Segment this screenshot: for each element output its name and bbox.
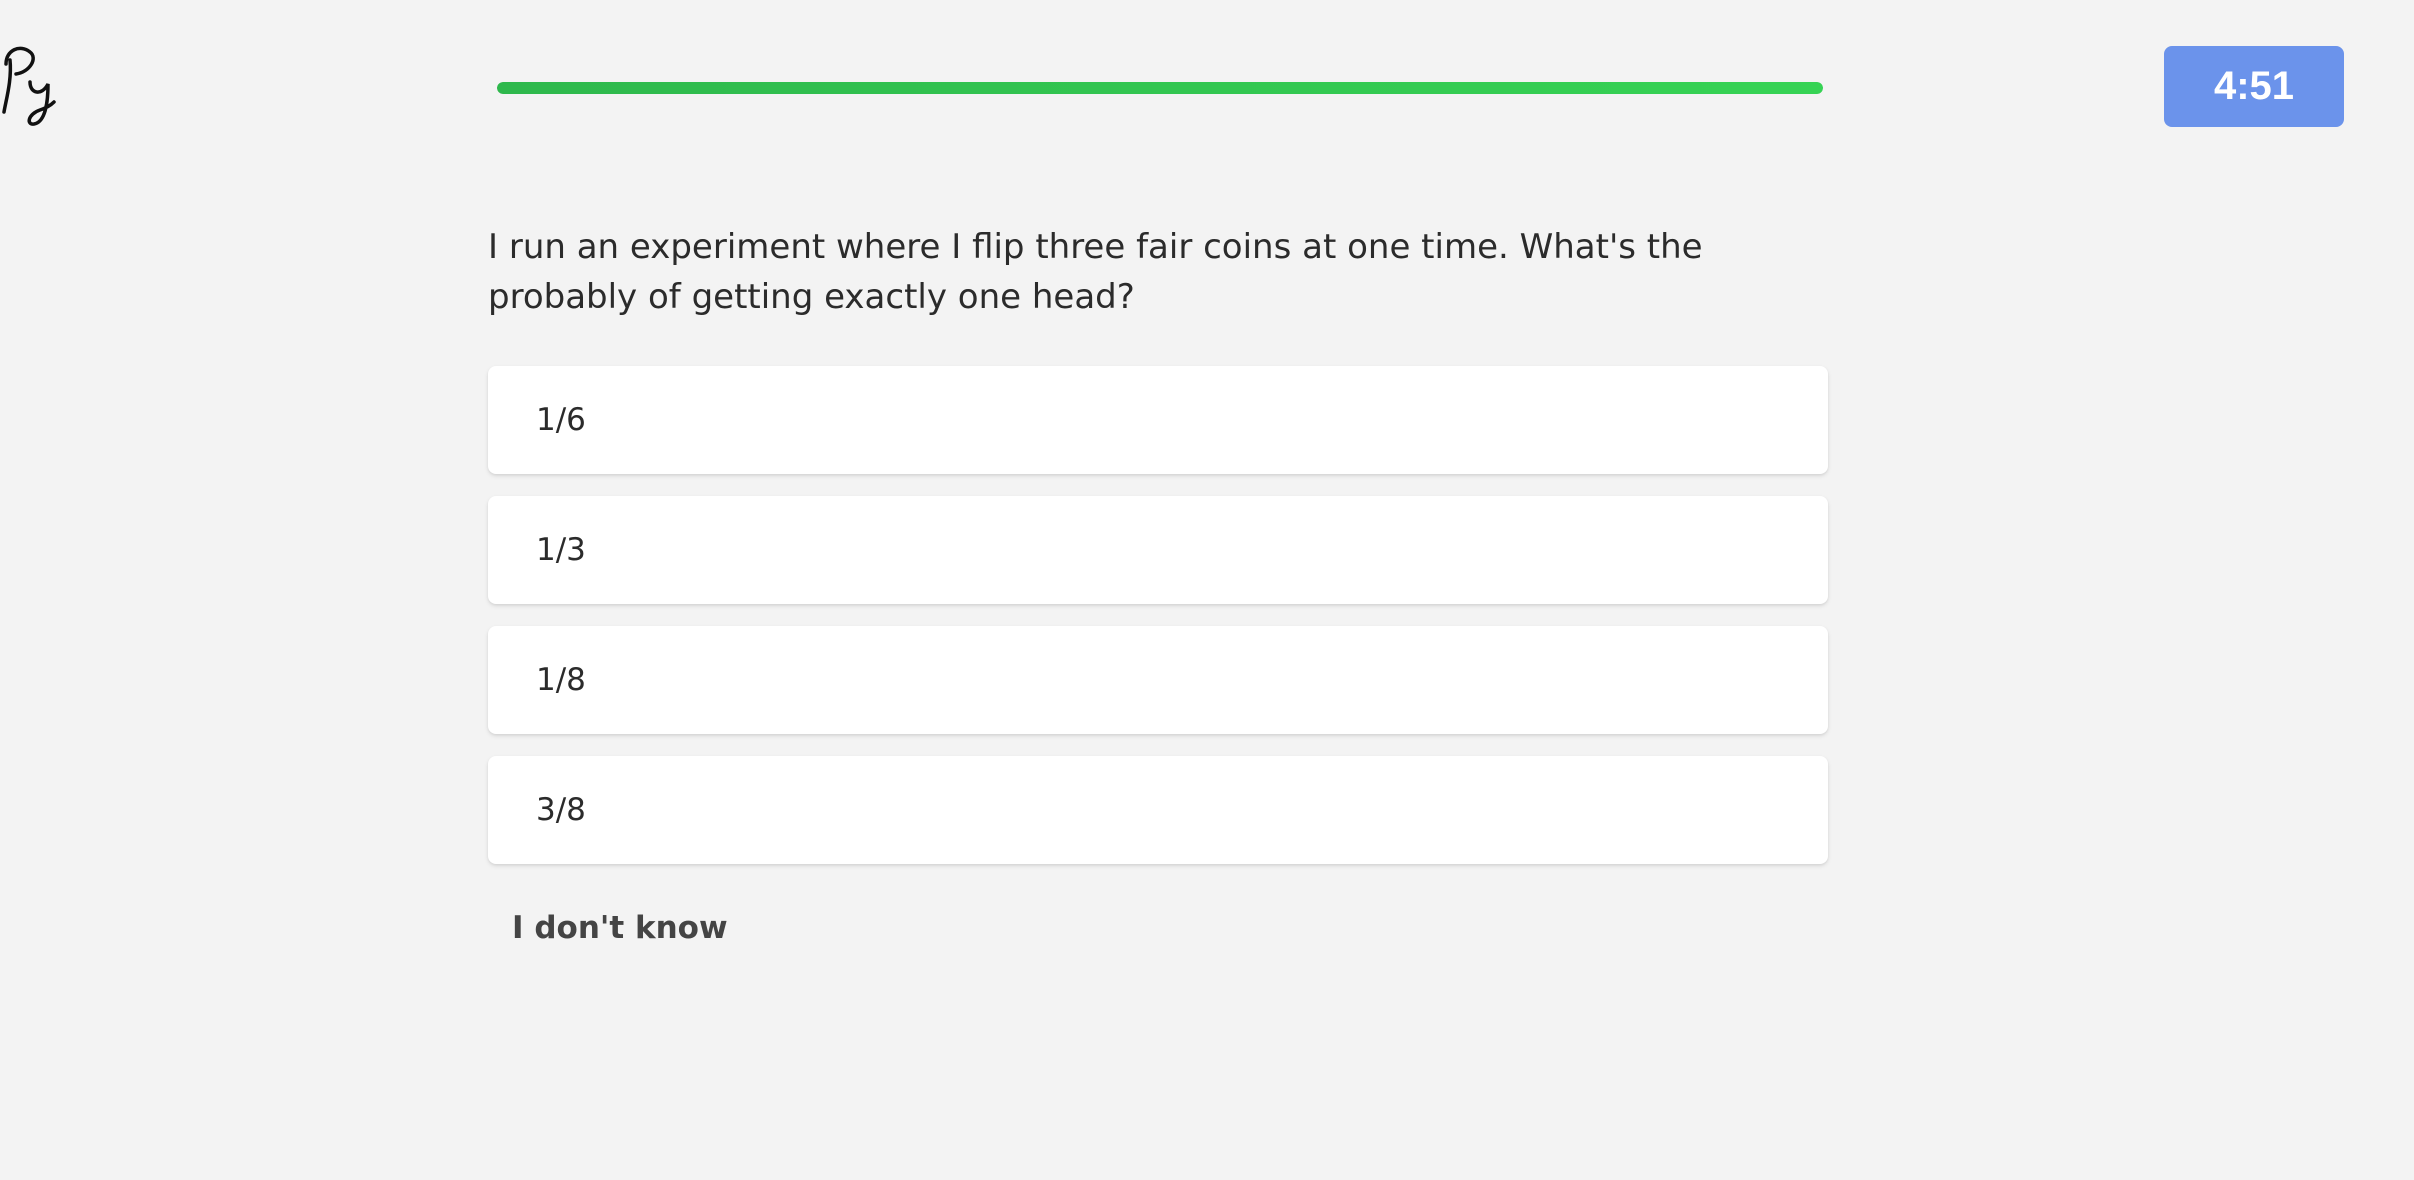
countdown-timer: 4:51 (2164, 46, 2344, 127)
answer-option[interactable]: 3/8 (488, 756, 1828, 864)
dont-know-button[interactable]: I don't know (512, 910, 728, 946)
answer-option-label: 1/6 (536, 402, 586, 438)
answer-options: 1/6 1/3 1/8 3/8 (488, 366, 1828, 886)
answer-option-label: 1/8 (536, 662, 586, 698)
quiz-progress-fill (497, 82, 1823, 94)
question-text: I run an experiment where I flip three f… (488, 227, 1703, 317)
answer-option-label: 1/3 (536, 532, 586, 568)
answer-option[interactable]: 1/8 (488, 626, 1828, 734)
answer-option[interactable]: 1/6 (488, 366, 1828, 474)
answer-option-label: 3/8 (536, 792, 586, 828)
py-script-logo-icon (0, 30, 70, 130)
quiz-progress-bar (497, 82, 1823, 94)
answer-option[interactable]: 1/3 (488, 496, 1828, 604)
